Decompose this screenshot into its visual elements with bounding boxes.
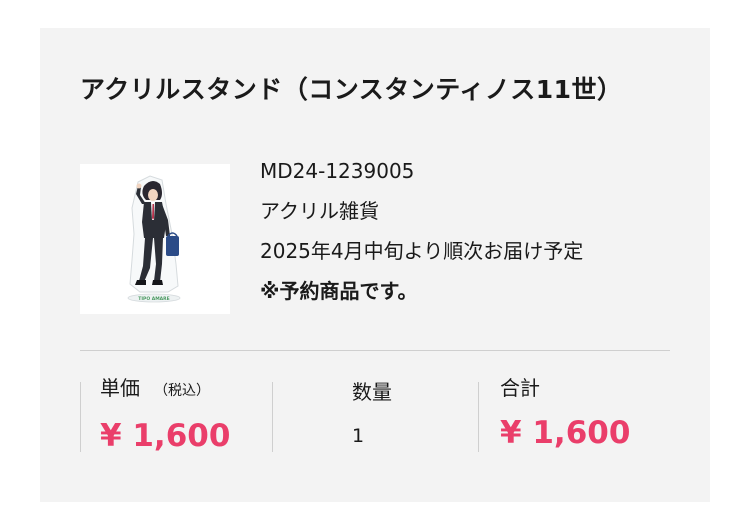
preorder-notice: ※予約商品です。 [260, 279, 418, 303]
column-separator [272, 382, 273, 452]
unit-price-value: ¥ 1,600 [100, 418, 231, 454]
shipping-schedule: 2025年4月中旬より順次お届け予定 [260, 239, 584, 263]
total-price-value: ¥ 1,600 [500, 415, 631, 451]
quantity-value: 1 [352, 425, 365, 447]
section-divider [80, 350, 670, 351]
product-category: アクリル雑貨 [260, 199, 379, 223]
product-title: アクリルスタンド（コンスタンティノス11世） [80, 75, 623, 104]
product-code: MD24-1239005 [260, 159, 415, 183]
acrylic-stand-figure: TIPO AMARE [127, 175, 181, 303]
tax-included-note: （税込） [154, 383, 210, 399]
unit-price-label: 単価 [100, 376, 140, 400]
total-label: 合計 [500, 376, 540, 400]
quantity-label: 数量 [352, 380, 392, 404]
total-column: 合計 ¥ 1,600 [500, 378, 630, 450]
svg-text:TIPO AMARE: TIPO AMARE [138, 296, 169, 302]
unit-price-column: 単価 （税込） ¥ 1,600 [100, 378, 230, 453]
order-item-card: アクリルスタンド（コンスタンティノス11世） TIPO AMARE MD24-1… [40, 28, 710, 502]
product-info: MD24-1239005 アクリル雑貨 2025年4月中旬より順次お届け予定 ※… [260, 161, 583, 321]
quantity-column: 数量 1 [352, 382, 392, 446]
column-separator [478, 382, 479, 452]
unit-price-label-group: 単価 （税込） [100, 378, 230, 401]
column-separator [80, 382, 81, 452]
product-image: TIPO AMARE [80, 164, 230, 314]
